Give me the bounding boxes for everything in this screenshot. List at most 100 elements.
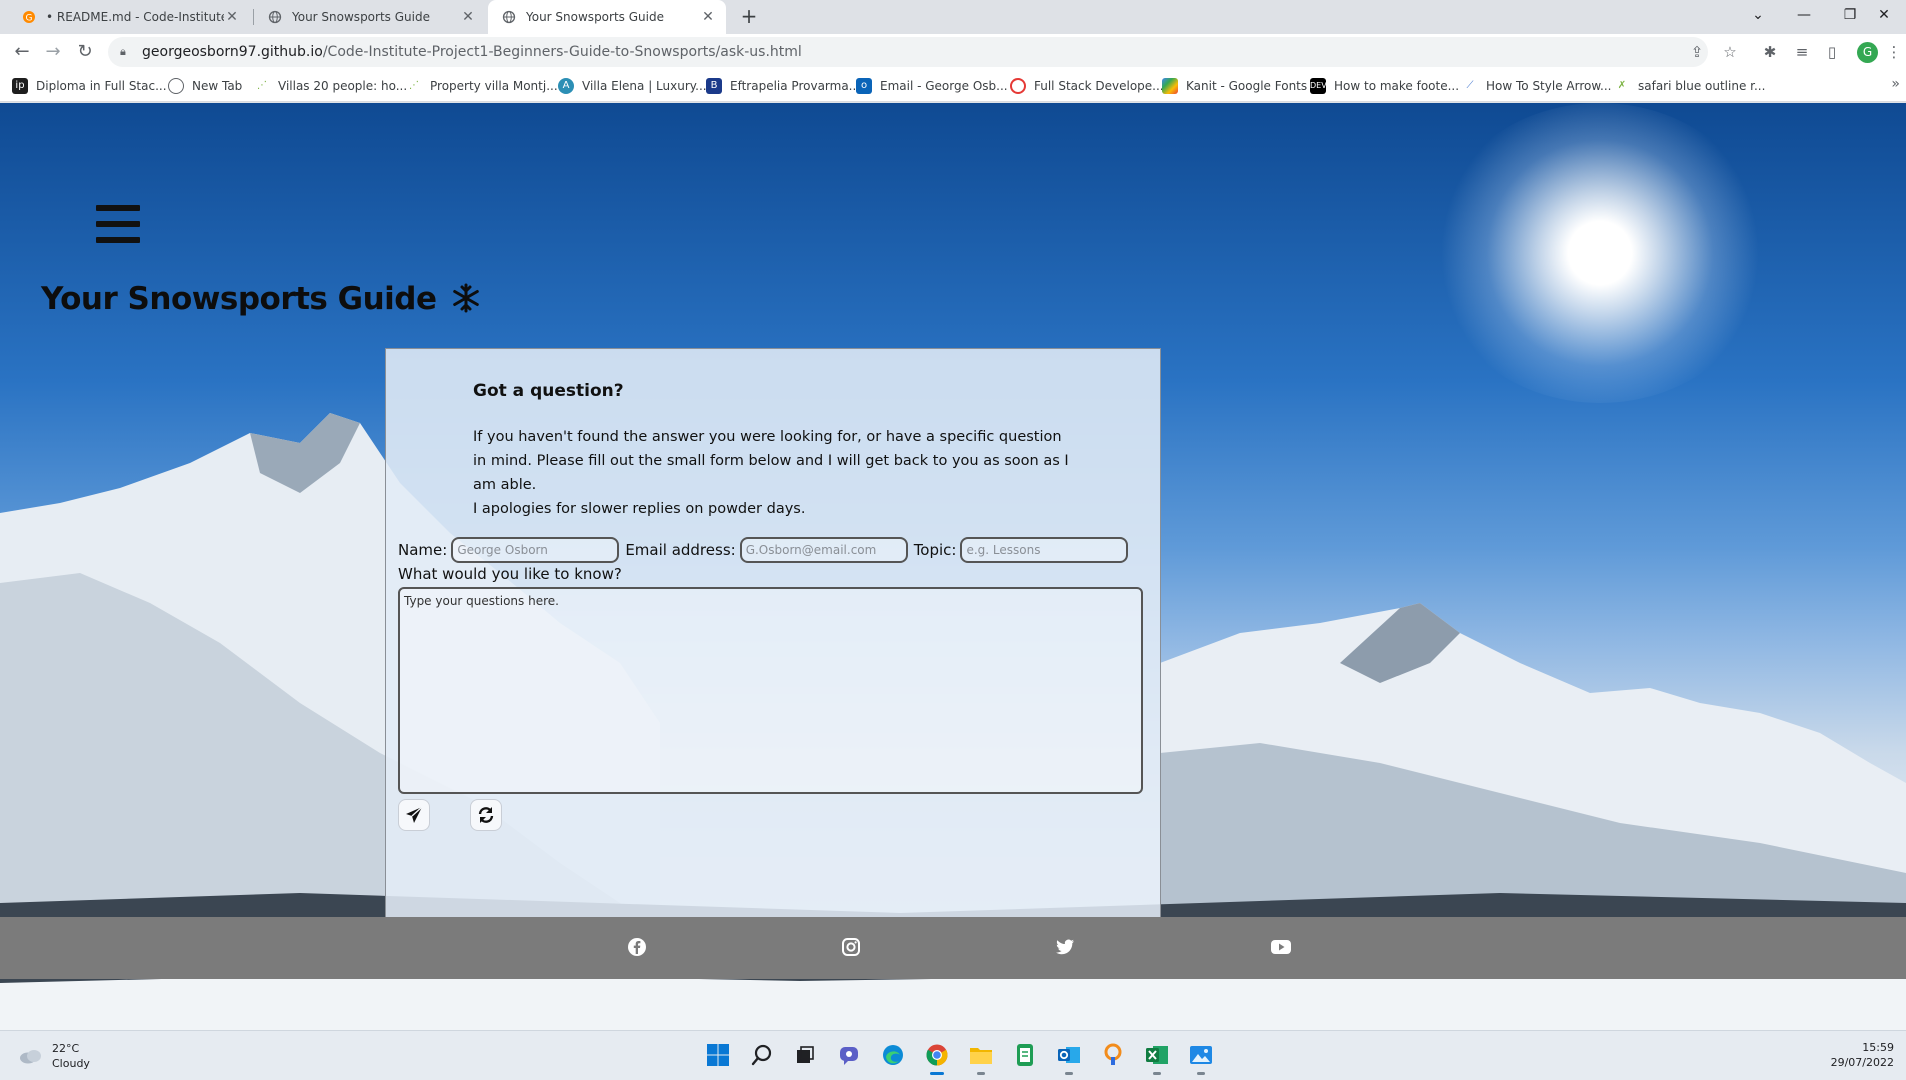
bookmark-item[interactable]: B Eftrapelia Provarma... [706, 77, 860, 95]
bookmark-item[interactable]: Full Stack Develope... [1010, 77, 1164, 95]
tab-title: Your Snowsports Guide [292, 10, 430, 24]
taskbar-file-explorer[interactable] [966, 1040, 996, 1075]
windows-taskbar: 22°C Cloudy 15:59 29/07/2022 [0, 1030, 1906, 1080]
facebook-link[interactable] [625, 935, 649, 959]
hamburger-menu-icon[interactable] [96, 205, 140, 243]
taskbar-excel[interactable] [1142, 1040, 1172, 1075]
bookmark-item[interactable]: ⋰ Property villa Montj... [406, 77, 558, 95]
reset-button[interactable] [470, 799, 502, 831]
tab-snowsports-1[interactable]: Your Snowsports Guide ✕ [254, 0, 486, 34]
taskbar-teams-chat[interactable] [834, 1040, 864, 1070]
url-text: georgeosborn97.github.io/Code-Institute-… [142, 44, 802, 60]
profile-avatar[interactable]: G [1857, 42, 1878, 63]
bookmark-favicon-icon: ⟋ [1462, 78, 1478, 94]
refresh-icon [478, 807, 494, 823]
taskbar-search[interactable] [747, 1040, 777, 1070]
bookmark-label: Full Stack Develope... [1034, 79, 1164, 93]
question-textarea[interactable] [398, 587, 1143, 794]
media-icon[interactable]: ≡ [1790, 40, 1814, 64]
search-icon [751, 1044, 772, 1066]
close-icon[interactable]: ✕ [700, 9, 716, 25]
back-button[interactable]: ← [10, 40, 34, 64]
bookmark-favicon-icon: ⋰ [406, 78, 422, 94]
taskbar-orange-app[interactable] [1098, 1040, 1128, 1070]
bookmark-item[interactable]: Kanit - Google Fonts [1162, 77, 1307, 95]
tab-title: • README.md - Code-Institute-P [46, 10, 224, 24]
name-input[interactable] [451, 537, 620, 563]
running-indicator [1065, 1072, 1073, 1075]
cloud-icon [20, 1050, 41, 1064]
taskbar-task-view[interactable] [790, 1040, 820, 1070]
bookmark-item[interactable]: New Tab [168, 77, 242, 95]
twitter-link[interactable] [1053, 935, 1077, 959]
clock-date: 29/07/2022 [1830, 1056, 1894, 1069]
bookmark-item[interactable]: A Villa Elena | Luxury... [558, 77, 707, 95]
close-icon[interactable]: ✕ [224, 9, 240, 25]
bookmark-item[interactable]: ✗ safari blue outline r... [1614, 77, 1765, 95]
site-footer [0, 917, 1906, 979]
folder-icon [970, 1048, 992, 1064]
site-title[interactable]: Your Snowsports Guide [41, 281, 481, 317]
minimize-button[interactable]: — [1782, 0, 1826, 34]
weather-condition: Cloudy [52, 1057, 90, 1070]
outlook-icon: o [856, 78, 872, 94]
youtube-link[interactable] [1269, 935, 1293, 959]
bookmark-favicon-icon: ip [12, 78, 28, 94]
taskbar-edge[interactable] [878, 1040, 908, 1070]
share-icon[interactable]: ⇪ [1685, 40, 1709, 64]
start-button[interactable] [703, 1040, 733, 1070]
taskbar-outlook[interactable] [1054, 1040, 1084, 1075]
lock-icon: 🔒︎ [120, 45, 126, 58]
bookmark-label: Email - George Osb... [880, 79, 1008, 93]
taskbar-photos[interactable] [1186, 1040, 1216, 1075]
running-indicator [1197, 1072, 1205, 1075]
app-icon [1104, 1043, 1122, 1065]
bookmark-favicon-icon: A [558, 78, 574, 94]
email-input[interactable] [739, 537, 908, 563]
edge-icon [883, 1045, 903, 1065]
tab-title: Your Snowsports Guide [526, 10, 664, 24]
instagram-link[interactable] [839, 935, 863, 959]
weather-widget[interactable]: 22°C Cloudy [18, 1041, 90, 1071]
taskbar-green-app[interactable] [1010, 1040, 1040, 1070]
tab-search-button[interactable]: ⌄ [1736, 0, 1780, 34]
chat-icon [840, 1047, 858, 1065]
active-indicator [930, 1072, 944, 1075]
side-panel-icon[interactable]: ▯ [1820, 40, 1844, 64]
bookmark-item[interactable]: ip Diploma in Full Stac... [12, 77, 167, 95]
bookmark-item[interactable]: DEV How to make foote... [1310, 77, 1459, 95]
intro-note: I apologies for slower replies on powder… [473, 501, 806, 517]
bookmarks-overflow-icon[interactable]: » [1891, 76, 1900, 92]
bookmark-item[interactable]: ⟋ How To Style Arrow... [1462, 77, 1612, 95]
reload-button[interactable]: ↻ [73, 40, 97, 64]
new-tab-button[interactable]: + [737, 5, 761, 29]
system-clock[interactable]: 15:59 29/07/2022 [1831, 1040, 1894, 1070]
bookmark-label: Diploma in Full Stac... [36, 79, 167, 93]
question-label: What would you like to know? [398, 565, 622, 583]
extensions-icon[interactable]: ✱ [1758, 40, 1782, 64]
bookmarks-bar: ip Diploma in Full Stac... New Tab ⋰ Villa… [0, 70, 1906, 102]
bookmark-item[interactable]: o Email - George Osb... [856, 77, 1008, 95]
chrome-icon [926, 1044, 948, 1066]
forward-button[interactable]: → [41, 40, 65, 64]
contact-fields-row: Name: Email address: Topic: [398, 537, 1134, 563]
bookmark-label: safari blue outline r... [1638, 79, 1766, 93]
dev-icon: DEV [1310, 78, 1327, 94]
submit-button[interactable] [398, 799, 430, 831]
bookmark-favicon-icon: B [706, 78, 722, 94]
tab-snowsports-active[interactable]: Your Snowsports Guide ✕ [488, 0, 726, 34]
tab-readme[interactable]: G • README.md - Code-Institute-P ✕ [8, 0, 250, 34]
menu-kebab-icon[interactable]: ⋮ [1882, 40, 1906, 64]
topic-input[interactable] [960, 537, 1129, 563]
bookmark-item[interactable]: ⋰ Villas 20 people: ho... [254, 77, 407, 95]
snowflake-icon [453, 283, 479, 313]
topic-label: Topic: [913, 541, 957, 559]
close-window-button[interactable]: ✕ [1862, 0, 1906, 34]
bookmark-label: Kanit - Google Fonts [1186, 79, 1308, 93]
close-icon[interactable]: ✕ [460, 9, 476, 25]
bookmark-favicon-icon: ⋰ [254, 78, 270, 94]
bookmark-star-icon[interactable]: ☆ [1718, 40, 1742, 64]
google-fonts-icon [1162, 78, 1178, 94]
taskbar-chrome[interactable] [922, 1040, 952, 1075]
address-bar[interactable]: 🔒︎ georgeosborn97.github.io/Code-Institu… [108, 37, 1708, 67]
